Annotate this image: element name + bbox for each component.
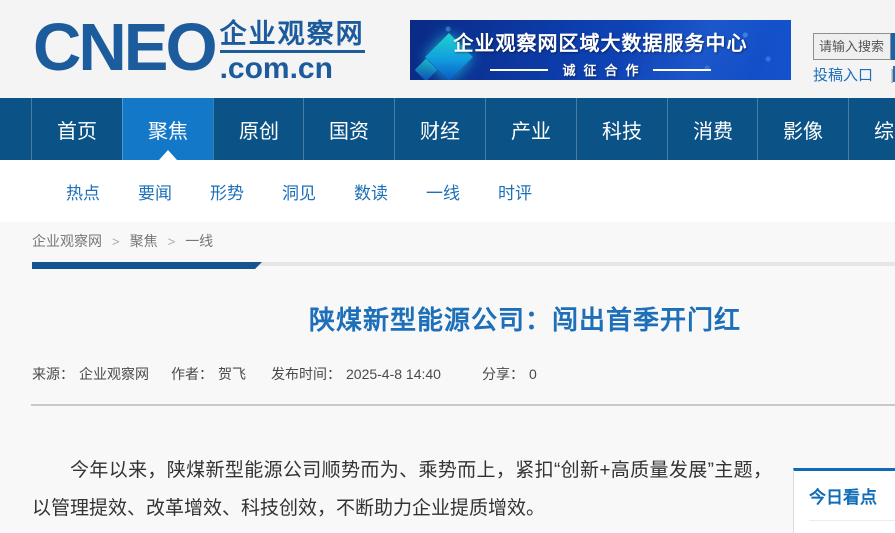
nav-tab-home[interactable]: 首页: [31, 98, 122, 160]
subnav-item-situation[interactable]: 形势: [210, 179, 244, 204]
logo-domain: .com.cn: [220, 54, 365, 83]
subnav-item-commentary[interactable]: 时评: [498, 179, 532, 204]
banner-title: 企业观察网区域大数据服务中心: [410, 27, 791, 56]
subnav-item-insight[interactable]: 洞见: [282, 179, 316, 204]
banner-subtitle: 诚征合作: [410, 60, 791, 79]
subnav-item-data[interactable]: 数读: [354, 179, 388, 204]
breadcrumb-separator: >: [112, 234, 120, 249]
breadcrumb-current[interactable]: 一线: [185, 233, 213, 249]
nav-tab-finance[interactable]: 财经: [394, 98, 485, 160]
breadcrumb: 企业观察网 > 聚焦 > 一线: [32, 231, 213, 251]
site-header: CNEO 企业观察网 .com.cn 企业观察网区域大数据服务中心 诚征合作 投…: [0, 0, 895, 98]
meta-source: 来源： 企业观察网: [32, 364, 149, 384]
article-paragraph: 今年以来，陕煤新型能源公司顺势而为、乘势而上，紧扣“创新+高质量发展”主题，以管…: [32, 452, 772, 528]
dash-decoration: [653, 69, 711, 71]
sub-nav: 热点 要闻 形势 洞见 数读 一线 时评: [0, 160, 895, 222]
nav-tab-visual[interactable]: 影像: [757, 98, 848, 160]
meta-time-label: 发布时间：: [271, 366, 341, 382]
meta-source-label: 来源：: [32, 366, 74, 382]
breadcrumb-home[interactable]: 企业观察网: [32, 233, 102, 249]
meta-share: 分享： 0: [482, 364, 537, 384]
logo-cneo-text: CNEO: [33, 14, 215, 82]
submission-entry-link[interactable]: 投稿入口: [813, 67, 873, 84]
logo-cn-name: 企业观察网: [220, 20, 365, 53]
banner-ad[interactable]: 企业观察网区域大数据服务中心 诚征合作: [410, 20, 791, 80]
nav-tab-focus[interactable]: 聚焦: [122, 98, 213, 160]
breadcrumb-underline: [32, 262, 895, 269]
banner-subtitle-text: 诚征合作: [562, 60, 646, 79]
subnav-item-headlines[interactable]: 要闻: [138, 179, 172, 204]
meta-author-value: 贺飞: [218, 366, 246, 382]
nav-tab-tech[interactable]: 科技: [576, 98, 667, 160]
sidebar-title: 今日看点: [809, 483, 895, 521]
search-input[interactable]: [813, 33, 891, 60]
breadcrumb-section[interactable]: 聚焦: [130, 233, 158, 249]
nav-tab-consumption[interactable]: 消费: [667, 98, 758, 160]
subnav-item-frontline[interactable]: 一线: [426, 179, 460, 204]
search-button[interactable]: [891, 33, 895, 60]
meta-source-value: 企业观察网: [79, 366, 149, 382]
meta-divider: [31, 404, 895, 406]
meta-author: 作者： 贺飞: [171, 364, 246, 384]
sidebar-today-highlights: 今日看点 数字化: [793, 468, 895, 533]
nav-tab-comprehensive[interactable]: 综合: [848, 98, 895, 160]
article-title: 陕煤新型能源公司：闯出首季开门红: [0, 300, 895, 337]
nav-tab-original[interactable]: 原创: [213, 98, 304, 160]
header-links-row: 投稿入口 |: [813, 64, 894, 85]
site-logo[interactable]: CNEO 企业观察网 .com.cn: [33, 14, 365, 83]
logo-right-block: 企业观察网 .com.cn: [220, 20, 365, 83]
breadcrumb-underline-blue: [32, 262, 262, 269]
article-meta: 来源： 企业观察网 作者： 贺飞 发布时间： 2025-4-8 14:40 分享： 0: [32, 364, 537, 384]
meta-share-label: 分享：: [482, 366, 524, 382]
subnav-item-hot[interactable]: 热点: [66, 179, 100, 204]
main-nav: 首页 聚焦 原创 国资 财经 产业 科技 消费 影像 综合: [0, 98, 895, 160]
meta-author-label: 作者：: [171, 366, 213, 382]
dash-decoration: [490, 69, 548, 71]
breadcrumb-separator: >: [168, 234, 176, 249]
meta-time-value: 2025-4-8 14:40: [346, 366, 441, 382]
meta-publish-time: 发布时间： 2025-4-8 14:40: [271, 364, 441, 384]
nav-tab-industry[interactable]: 产业: [485, 98, 576, 160]
meta-share-count: 0: [529, 366, 537, 382]
nav-tab-state-assets[interactable]: 国资: [303, 98, 394, 160]
